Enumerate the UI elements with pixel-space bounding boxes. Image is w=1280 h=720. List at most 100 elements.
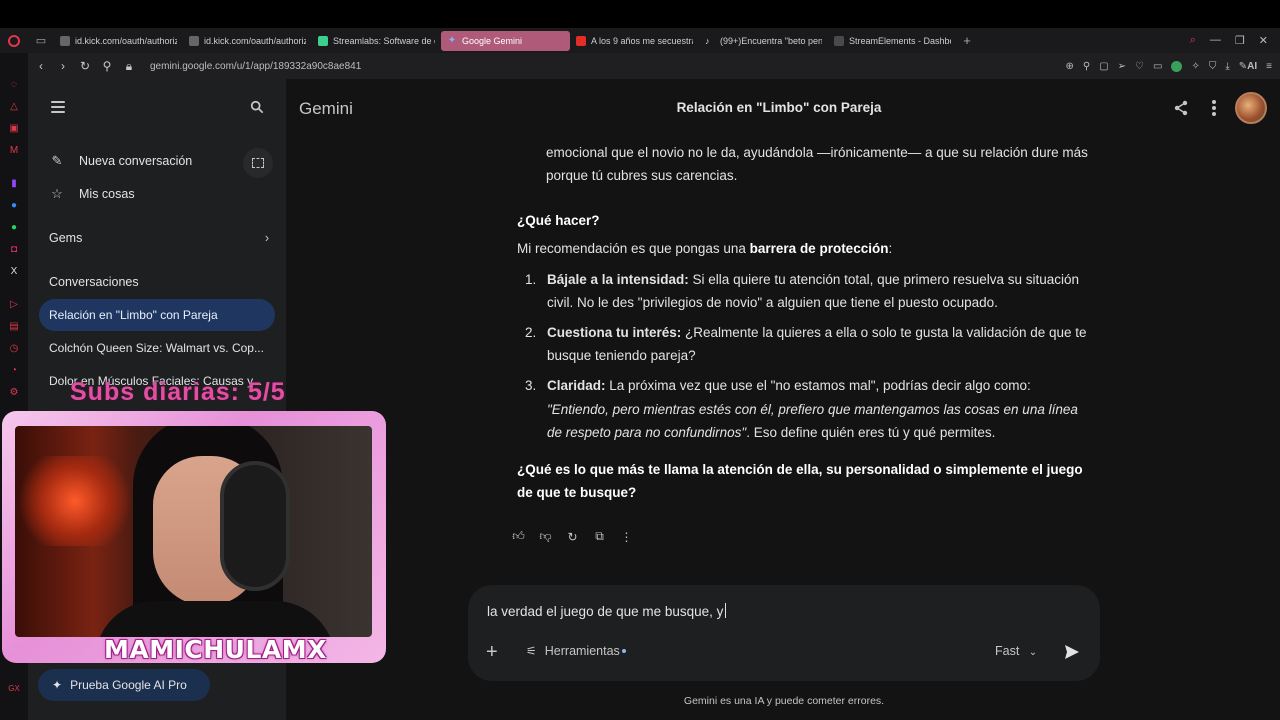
thumbs-up-icon[interactable]: 👍︎ bbox=[511, 529, 526, 544]
gems-button[interactable]: Gems › bbox=[49, 231, 269, 245]
prompt-input[interactable]: la verdad el juego de que me busque, y bbox=[487, 603, 727, 619]
add-files-icon[interactable]: + bbox=[486, 642, 498, 662]
new-chat-button[interactable]: ✎ Nueva conversación bbox=[49, 153, 193, 169]
close-window-icon[interactable]: ✕ bbox=[1259, 34, 1268, 47]
forward-icon[interactable]: › bbox=[54, 59, 72, 73]
stuff-icon: ☆ bbox=[51, 186, 63, 201]
browser-tab[interactable]: StreamElements - Dashboa bbox=[828, 31, 957, 51]
response-actions: 👍︎ 👎︎ ↻ ⧉ ⋮ bbox=[511, 529, 634, 544]
whatsapp-icon[interactable]: ● bbox=[8, 222, 20, 234]
pin-icon[interactable]: ⚲ bbox=[1083, 61, 1090, 72]
download-icon[interactable]: ⤓ bbox=[1225, 61, 1229, 72]
maximize-icon[interactable]: ❐ bbox=[1235, 34, 1245, 47]
gx-icon[interactable]: GX bbox=[8, 683, 20, 695]
browser-tab[interactable]: A los 9 años me secuestra bbox=[570, 31, 699, 51]
copy-icon[interactable]: ⧉ bbox=[592, 529, 607, 544]
my-stuff-button[interactable]: ☆ Mis cosas bbox=[49, 186, 134, 202]
window-controls: ⌕ — ❐ ✕ bbox=[1190, 34, 1280, 47]
list-item: Claridad: La próxima vez que use el "no … bbox=[547, 378, 1031, 393]
send-icon[interactable] bbox=[1063, 643, 1081, 661]
try-ai-pro-button[interactable]: ✦ Prueba Google AI Pro bbox=[38, 669, 210, 701]
tab-overview-icon[interactable]: ▭ bbox=[28, 28, 54, 53]
more-vert-icon[interactable]: ⋮ bbox=[619, 529, 634, 544]
response-text: emocional que el novio no le da, ayudánd… bbox=[546, 145, 1088, 160]
follow-up-question: ¿Qué es lo que más te llama la atención … bbox=[517, 462, 1083, 477]
conversation-item[interactable]: Colchón Queen Size: Walmart vs. Cop... bbox=[39, 332, 275, 364]
tab-search-icon[interactable]: ⌕ bbox=[1190, 34, 1196, 47]
conversations-heading: Conversaciones bbox=[49, 275, 139, 289]
tools-icon: ⚟ bbox=[526, 644, 537, 658]
avatar[interactable] bbox=[1235, 92, 1267, 124]
browser-tab-strip: ▭ id.kick.com/oauth/authoriz id.kick.com… bbox=[0, 28, 1280, 53]
url-field[interactable]: gemini.google.com/u/1/app/189332a90c8ae8… bbox=[150, 61, 361, 72]
reload-icon[interactable]: ↻ bbox=[76, 59, 94, 73]
wallet-icon[interactable]: ▭ bbox=[1153, 61, 1162, 72]
list-number: 1. bbox=[525, 272, 537, 287]
regenerate-icon[interactable]: ↻ bbox=[565, 529, 580, 544]
browser-tab[interactable]: id.kick.com/oauth/authoriz bbox=[54, 31, 183, 51]
pinboard-icon[interactable]: ▣ bbox=[8, 123, 20, 135]
list-item: Bájale a la intensidad: Si ella quiere t… bbox=[547, 272, 1080, 287]
snapshot-icon[interactable]: ▢ bbox=[1099, 61, 1108, 72]
send-page-icon[interactable]: ➢ bbox=[1118, 61, 1126, 72]
bookmark-heart-icon[interactable]: ♡ bbox=[1135, 61, 1144, 72]
shield-icon[interactable]: ⛉ bbox=[1209, 61, 1217, 72]
easy-setup-icon[interactable]: ≡ bbox=[1266, 61, 1272, 72]
ai-button[interactable]: ✎AI bbox=[1239, 61, 1257, 72]
prompt-composer: la verdad el juego de que me busque, y +… bbox=[468, 585, 1100, 681]
webcam-frame bbox=[2, 411, 386, 663]
minimize-icon[interactable]: — bbox=[1210, 34, 1221, 47]
lock-icon: 🔒︎ bbox=[125, 58, 133, 73]
chat-main: Gemini Relación en "Limbo" con Pareja em… bbox=[286, 79, 1280, 720]
search-icon[interactable] bbox=[250, 100, 264, 114]
mail-icon[interactable]: M bbox=[8, 145, 20, 157]
settings-icon[interactable]: ⚙ bbox=[8, 387, 20, 399]
conversation-title: Relación en "Limbo" con Pareja bbox=[676, 100, 882, 115]
zoom-icon[interactable]: ⊕ bbox=[1065, 61, 1073, 72]
browser-tab[interactable]: ♪ (99+)Encuentra "beto pen bbox=[699, 31, 828, 51]
twitch-icon[interactable]: ▮ bbox=[8, 178, 20, 190]
main-menu-icon[interactable] bbox=[51, 101, 65, 113]
downloads-icon[interactable]: ◔ bbox=[8, 365, 20, 377]
instagram-icon[interactable]: ◘ bbox=[8, 244, 20, 256]
address-bar: ‹ › ↻ ⚲ 🔒︎ gemini.google.com/u/1/app/189… bbox=[28, 53, 1280, 79]
new-tab-button[interactable]: + bbox=[957, 33, 977, 48]
puzzle-icon[interactable]: ✧ bbox=[1191, 61, 1199, 72]
extension-green-icon[interactable] bbox=[1171, 60, 1183, 72]
temporary-chat-button[interactable] bbox=[243, 148, 273, 178]
follow-up-question: de que te busque? bbox=[517, 485, 637, 500]
conversation-item-active[interactable]: Relación en "Limbo" con Pareja bbox=[39, 299, 275, 331]
tools-button[interactable]: ⚟ Herramientas bbox=[526, 644, 626, 658]
streamer-name: MAMICHULAMX bbox=[104, 635, 327, 664]
messenger-icon[interactable]: ● bbox=[8, 200, 20, 212]
browser-tab-active[interactable]: ✦ Google Gemini bbox=[441, 30, 570, 51]
list-number: 3. bbox=[525, 378, 537, 393]
extensions-icon[interactable]: ▤ bbox=[8, 321, 20, 333]
chevron-right-icon: › bbox=[264, 231, 269, 245]
browser-tab[interactable]: Streamlabs: Software de c bbox=[312, 31, 441, 51]
list-item: Cuestiona tu interés: ¿Realmente la quie… bbox=[547, 325, 1087, 340]
sparkle-icon: ✦ bbox=[52, 678, 63, 692]
top-black-bar bbox=[0, 0, 1280, 28]
history-icon[interactable]: ◷ bbox=[8, 343, 20, 355]
temporary-chat-icon bbox=[252, 158, 264, 168]
more-options-icon[interactable] bbox=[1212, 100, 1216, 116]
x-icon[interactable]: X bbox=[8, 266, 20, 278]
mode-selector[interactable]: Fast ⌄ bbox=[995, 644, 1037, 658]
section-heading: ¿Qué hacer? bbox=[517, 213, 600, 228]
site-settings-icon[interactable]: ⚲ bbox=[98, 59, 116, 73]
list-item: de respeto para no confundirnos". Eso de… bbox=[547, 425, 996, 440]
thumbs-down-icon[interactable]: 👎︎ bbox=[538, 529, 553, 544]
subs-counter-overlay: Subs diarias: 5/5 bbox=[70, 378, 286, 406]
back-icon[interactable]: ‹ bbox=[32, 59, 50, 73]
aria-icon[interactable]: ◌ bbox=[8, 79, 20, 91]
browser-tab[interactable]: id.kick.com/oauth/authoriz bbox=[183, 31, 312, 51]
flow-icon[interactable]: △ bbox=[8, 101, 20, 113]
player-icon[interactable]: ▷ bbox=[8, 299, 20, 311]
address-bar-tools: ⊕ ⚲ ▢ ➢ ♡ ▭ ✧ ⛉ ⤓ ✎AI ≡ bbox=[1065, 60, 1280, 72]
opera-logo-icon[interactable] bbox=[0, 28, 28, 53]
disclaimer-text: Gemini es una IA y puede cometer errores… bbox=[683, 695, 885, 707]
share-icon[interactable] bbox=[1173, 100, 1189, 116]
streamlabs-icon bbox=[318, 35, 328, 46]
tiktok-icon: ♪ bbox=[705, 35, 710, 46]
